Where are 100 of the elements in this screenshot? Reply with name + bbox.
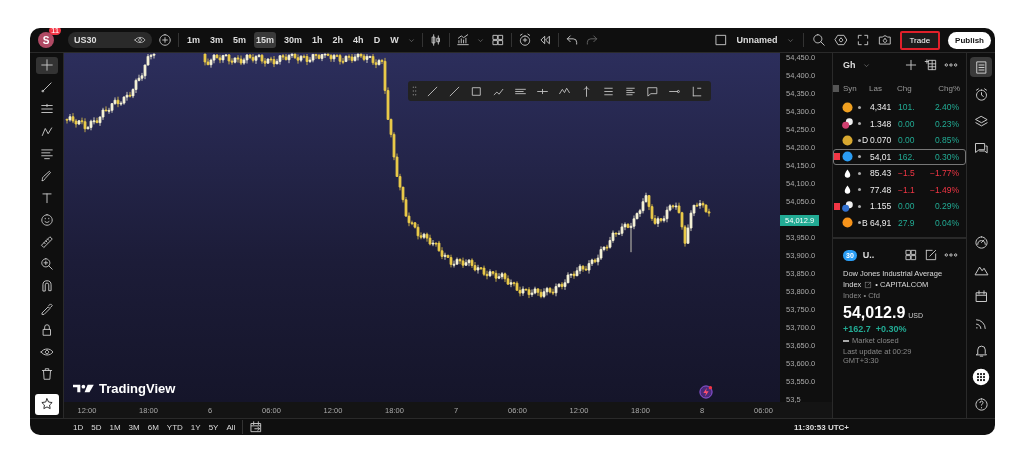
column-header[interactable]: Syn <box>841 83 869 93</box>
range-button[interactable]: 5Y <box>207 422 220 432</box>
apps-grid-icon <box>972 368 990 386</box>
add-icon[interactable] <box>904 58 918 72</box>
square-icon[interactable] <box>714 33 729 47</box>
drawing-tool-icon[interactable] <box>426 84 439 98</box>
rewind-icon[interactable] <box>537 33 552 47</box>
range-button[interactable]: All <box>225 422 237 432</box>
external-link-icon[interactable] <box>864 280 873 289</box>
watchlist-row[interactable]: 1.348 0.00 0.23% <box>833 115 966 132</box>
symbol-search-field[interactable]: US30 <box>68 32 152 48</box>
lightning-icon[interactable] <box>699 385 713 399</box>
watchlist-row[interactable]: 85.43 −1.5 −1.77% <box>833 165 966 182</box>
layout-name[interactable]: Unnamed <box>736 35 778 45</box>
interval-button[interactable]: 1h <box>310 32 325 48</box>
last-price: 4,341 <box>870 102 893 113</box>
status-dot <box>857 122 861 126</box>
interval-button[interactable]: W <box>388 32 401 48</box>
trade-button[interactable]: Trade <box>899 30 941 50</box>
percent-change: 0.04% <box>933 217 959 228</box>
gauge-icon <box>973 234 989 250</box>
price-change: 0.00 <box>898 135 916 146</box>
alert-add-icon[interactable] <box>517 33 532 47</box>
watchlist-row[interactable]: 4,341 101. 2.40% <box>833 99 966 116</box>
sidebar-button[interactable] <box>970 57 992 77</box>
interval-button[interactable]: 4h <box>351 32 366 48</box>
interval-button[interactable]: 30m <box>282 32 305 48</box>
sidebar-button[interactable] <box>970 367 992 387</box>
last-price: 85.43 <box>870 168 893 179</box>
edit-icon[interactable] <box>924 248 938 262</box>
percent-change: +0.30% <box>875 324 907 334</box>
drawing-tool-icon[interactable] <box>448 84 461 98</box>
percent-change: 0.23% <box>933 118 959 129</box>
percent-change: −1.77% <box>928 168 959 179</box>
add-icon[interactable] <box>158 33 172 47</box>
watchlist-row[interactable]: 77.48 −1.1 −1.49% <box>833 181 966 198</box>
price-change: 162. <box>898 151 916 162</box>
drag-handle-icon[interactable] <box>412 85 417 97</box>
last-price: 1.348 <box>870 118 893 129</box>
interval-button[interactable]: 15m <box>254 32 277 48</box>
interval-button[interactable]: 2h <box>330 32 346 48</box>
add-grid-icon[interactable] <box>924 58 938 72</box>
publish-button[interactable]: Publish <box>948 31 991 49</box>
range-button[interactable]: 6M <box>146 422 160 432</box>
percent-change: 0.85% <box>933 135 959 146</box>
zigzag-icon <box>39 124 54 139</box>
last-price: 77.48 <box>870 184 893 195</box>
search-icon[interactable] <box>811 33 826 47</box>
drawing-tool-icon[interactable] <box>690 84 703 98</box>
status-indicator <box>843 339 849 342</box>
watchlist-name[interactable]: Gh <box>843 60 856 70</box>
last-price: 0.070 <box>870 135 893 146</box>
interval-button[interactable]: 3m <box>208 32 226 48</box>
range-button[interactable]: 1M <box>108 422 122 432</box>
ruler-icon <box>39 234 54 249</box>
layers-icon <box>973 113 989 129</box>
bell-icon <box>973 342 989 358</box>
tool-button[interactable] <box>34 393 59 416</box>
redo-icon[interactable] <box>584 33 599 47</box>
indicators-icon[interactable] <box>455 33 470 47</box>
last-price: 64,91 <box>870 217 893 228</box>
watchlist-row[interactable]: 1.155 0.00 0.29% <box>833 198 966 215</box>
interval-button[interactable]: 1m <box>185 32 202 48</box>
watchlist-row[interactable]: 54,01 162. 0.30% <box>833 148 966 165</box>
percent-change: 0.30% <box>933 151 959 162</box>
range-button[interactable]: 5D <box>90 422 103 432</box>
settings-icon[interactable] <box>833 33 848 47</box>
range-button[interactable]: YTD <box>165 422 184 432</box>
last-price: 1.155 <box>870 201 893 212</box>
symbol-name: U.. <box>862 250 875 260</box>
grid-icon[interactable] <box>904 248 918 262</box>
column-header[interactable]: Chg <box>897 83 921 93</box>
text-tool-icon <box>39 190 54 205</box>
list-icon <box>973 59 989 75</box>
price-change: 101. <box>898 102 916 113</box>
range-button[interactable]: 3M <box>127 422 141 432</box>
range-button[interactable]: 1Y <box>189 422 202 432</box>
fullscreen-icon[interactable] <box>855 33 870 47</box>
price-change: −1.1 <box>898 184 916 195</box>
avatar[interactable]: S <box>38 32 54 48</box>
column-header[interactable]: Las <box>869 83 897 93</box>
drawing-tool-icon[interactable] <box>470 84 483 98</box>
interval-button[interactable]: D <box>371 32 383 48</box>
drawing-tool-icon[interactable] <box>646 84 659 98</box>
range-button[interactable]: 1D <box>72 422 85 432</box>
grid-icon[interactable] <box>490 33 505 47</box>
undo-icon[interactable] <box>564 33 579 47</box>
symbol-text: D <box>862 135 870 146</box>
chat-icon <box>973 140 989 156</box>
interval-button[interactable]: 5m <box>231 32 249 48</box>
watchlist-row[interactable]: D 0.070 0.00 0.85% <box>833 132 966 149</box>
watchlist-row[interactable]: B 64,91 27.9 0.04% <box>833 214 966 231</box>
column-header[interactable]: Chg% <box>921 83 960 93</box>
calendar-icon[interactable] <box>249 420 264 434</box>
camera-icon[interactable] <box>877 33 892 47</box>
eye-icon[interactable] <box>134 34 146 46</box>
calendar-icon <box>973 288 989 304</box>
trash-icon <box>39 367 54 382</box>
current-price: 54,012.9 <box>843 304 906 322</box>
price-change: 27.9 <box>898 217 916 228</box>
